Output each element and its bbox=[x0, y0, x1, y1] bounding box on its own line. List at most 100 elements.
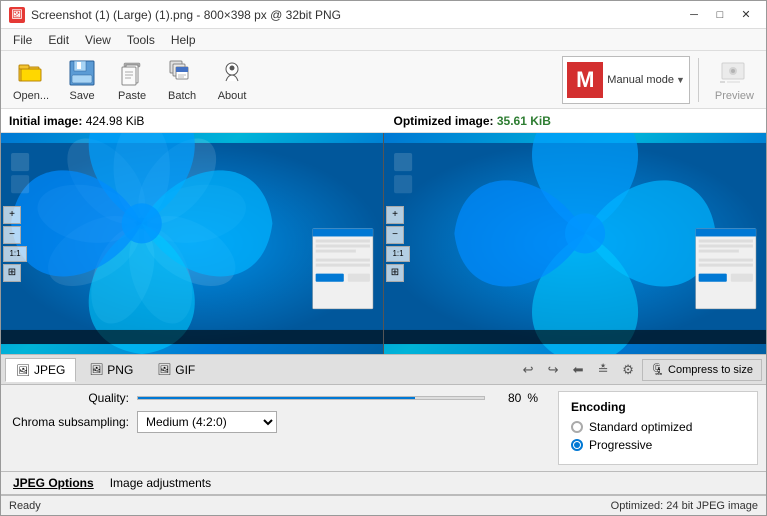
image-info-left: Initial image: 424.98 KiB bbox=[9, 114, 374, 128]
tabs-row: 🖼 JPEG 🖼 PNG 🖼 GIF ↩ ↪ ⬅ ≛ ⚙ 🗜 Compress … bbox=[1, 355, 766, 385]
menu-edit[interactable]: Edit bbox=[40, 31, 77, 49]
save-icon bbox=[66, 58, 98, 88]
manual-mode-icon: M bbox=[567, 62, 603, 98]
status-right: Optimized: 24 bit JPEG image bbox=[611, 500, 758, 512]
original-image-panel: + − 1:1 ⊞ bbox=[1, 133, 384, 354]
tab-gif[interactable]: 🖼 GIF bbox=[146, 358, 206, 382]
quality-value: 80 bbox=[491, 391, 521, 405]
title-bar: 🖼 Screenshot (1) (Large) (1).png - 800×3… bbox=[1, 1, 766, 29]
encoding-progressive-row[interactable]: Progressive bbox=[571, 438, 745, 452]
preview-icon bbox=[718, 58, 750, 88]
bottom-panel: 🖼 JPEG 🖼 PNG 🖼 GIF ↩ ↪ ⬅ ≛ ⚙ 🗜 Compress … bbox=[1, 354, 766, 515]
manual-mode-button[interactable]: M Manual mode ▼ bbox=[562, 56, 690, 104]
jpeg-tab-label: JPEG bbox=[34, 363, 65, 377]
original-desktop-bg: + − 1:1 ⊞ bbox=[1, 133, 383, 354]
preview-label: Preview bbox=[715, 90, 754, 102]
app-icon: 🖼 bbox=[9, 7, 25, 23]
jpeg-tab-icon: 🖼 bbox=[16, 364, 30, 377]
batch-label: Batch bbox=[168, 90, 196, 102]
manual-mode-label: Manual mode bbox=[607, 74, 674, 86]
compress-label: Compress to size bbox=[668, 364, 753, 376]
quality-slider[interactable] bbox=[137, 396, 485, 400]
compare-button[interactable]: ≛ bbox=[592, 359, 614, 381]
one-to-one-button-left[interactable]: 1:1 bbox=[3, 246, 27, 262]
paste-label: Paste bbox=[118, 90, 146, 102]
encoding-standard-row[interactable]: Standard optimized bbox=[571, 420, 745, 434]
batch-icon bbox=[166, 58, 198, 88]
optimized-desktop-bg: + − 1:1 ⊞ bbox=[384, 133, 766, 354]
menu-help[interactable]: Help bbox=[163, 31, 204, 49]
quality-percent: % bbox=[527, 391, 538, 405]
save-button[interactable]: Save bbox=[57, 54, 107, 106]
maximize-button[interactable]: □ bbox=[708, 6, 732, 24]
tab-jpeg[interactable]: 🖼 JPEG bbox=[5, 358, 76, 382]
zoom-in-button-left[interactable]: + bbox=[3, 206, 21, 224]
menu-file[interactable]: File bbox=[5, 31, 40, 49]
encoding-panel: Encoding Standard optimized Progressive bbox=[558, 391, 758, 465]
png-tab-label: PNG bbox=[107, 363, 133, 377]
about-icon bbox=[216, 58, 248, 88]
about-button[interactable]: About bbox=[207, 54, 257, 106]
chroma-label: Chroma subsampling: bbox=[9, 415, 129, 429]
options-area: Quality: 80 % Chroma subsampling: Medium… bbox=[1, 385, 766, 471]
bottom-tabs-row: JPEG Options Image adjustments bbox=[1, 471, 766, 495]
manual-mode-dropdown-icon: ▼ bbox=[676, 75, 685, 85]
options-left: Quality: 80 % Chroma subsampling: Medium… bbox=[9, 391, 538, 465]
standard-label: Standard optimized bbox=[589, 420, 692, 434]
zoom-out-button-left[interactable]: − bbox=[3, 226, 21, 244]
settings-button[interactable]: ⚙ bbox=[617, 359, 639, 381]
toolbar-right: M Manual mode ▼ Preview bbox=[562, 54, 762, 106]
quality-label: Quality: bbox=[9, 391, 129, 405]
open-label: Open... bbox=[13, 90, 49, 102]
status-bar: Ready Optimized: 24 bit JPEG image bbox=[1, 495, 766, 515]
progressive-radio-dot bbox=[574, 442, 580, 448]
gif-tab-icon: 🖼 bbox=[157, 363, 171, 376]
bottom-tab-image-adjustments[interactable]: Image adjustments bbox=[102, 474, 219, 492]
zoom-controls-left: + − 1:1 ⊞ bbox=[3, 206, 27, 282]
compress-icon: 🗜 bbox=[651, 363, 665, 376]
left-arrow-button[interactable]: ⬅ bbox=[567, 359, 589, 381]
zoom-in-button-right[interactable]: + bbox=[386, 206, 404, 224]
paste-icon bbox=[116, 58, 148, 88]
standard-radio[interactable] bbox=[571, 421, 583, 433]
quality-row: Quality: 80 % bbox=[9, 391, 538, 405]
bottom-tab-jpeg-options[interactable]: JPEG Options bbox=[5, 474, 102, 492]
menu-view[interactable]: View bbox=[77, 31, 119, 49]
toolbar: Open... Save bbox=[1, 51, 766, 109]
menu-bar: File Edit View Tools Help bbox=[1, 29, 766, 51]
image-info-bar: Initial image: 424.98 KiB Optimized imag… bbox=[1, 109, 766, 133]
main-window: 🖼 Screenshot (1) (Large) (1).png - 800×3… bbox=[0, 0, 767, 516]
close-button[interactable]: ✕ bbox=[734, 6, 758, 24]
encoding-title: Encoding bbox=[571, 400, 745, 414]
zoom-out-button-right[interactable]: − bbox=[386, 226, 404, 244]
fit-button-left[interactable]: ⊞ bbox=[3, 264, 21, 282]
open-button[interactable]: Open... bbox=[5, 54, 57, 106]
chroma-select[interactable]: Medium (4:2:0) High (4:4:4) Low (4:1:1) bbox=[137, 411, 277, 433]
about-label: About bbox=[218, 90, 247, 102]
undo-button[interactable]: ↩ bbox=[517, 359, 539, 381]
fit-button-right[interactable]: ⊞ bbox=[386, 264, 404, 282]
one-to-one-button-right[interactable]: 1:1 bbox=[386, 246, 410, 262]
window-controls: ─ □ ✕ bbox=[682, 6, 758, 24]
optimized-image-panel: + − 1:1 ⊞ bbox=[384, 133, 766, 354]
progressive-radio[interactable] bbox=[571, 439, 583, 451]
redo-button[interactable]: ↪ bbox=[542, 359, 564, 381]
gif-tab-label: GIF bbox=[175, 363, 195, 377]
optimized-desktop-svg bbox=[384, 133, 766, 354]
chroma-row: Chroma subsampling: Medium (4:2:0) High … bbox=[9, 411, 538, 433]
quality-slider-fill bbox=[138, 397, 415, 399]
compress-to-size-button[interactable]: 🗜 Compress to size bbox=[642, 359, 762, 381]
zoom-controls-right: + − 1:1 ⊞ bbox=[386, 206, 410, 282]
tab-png[interactable]: 🖼 PNG bbox=[78, 358, 144, 382]
window-title: Screenshot (1) (Large) (1).png - 800×398… bbox=[31, 8, 341, 22]
batch-button[interactable]: Batch bbox=[157, 54, 207, 106]
preview-button[interactable]: Preview bbox=[707, 54, 762, 106]
menu-tools[interactable]: Tools bbox=[119, 31, 163, 49]
paste-button[interactable]: Paste bbox=[107, 54, 157, 106]
minimize-button[interactable]: ─ bbox=[682, 6, 706, 24]
images-area: + − 1:1 ⊞ bbox=[1, 133, 766, 354]
open-icon bbox=[15, 58, 47, 88]
progressive-label: Progressive bbox=[589, 438, 652, 452]
title-bar-left: 🖼 Screenshot (1) (Large) (1).png - 800×3… bbox=[9, 7, 341, 23]
quality-slider-container: 80 % bbox=[137, 391, 538, 405]
